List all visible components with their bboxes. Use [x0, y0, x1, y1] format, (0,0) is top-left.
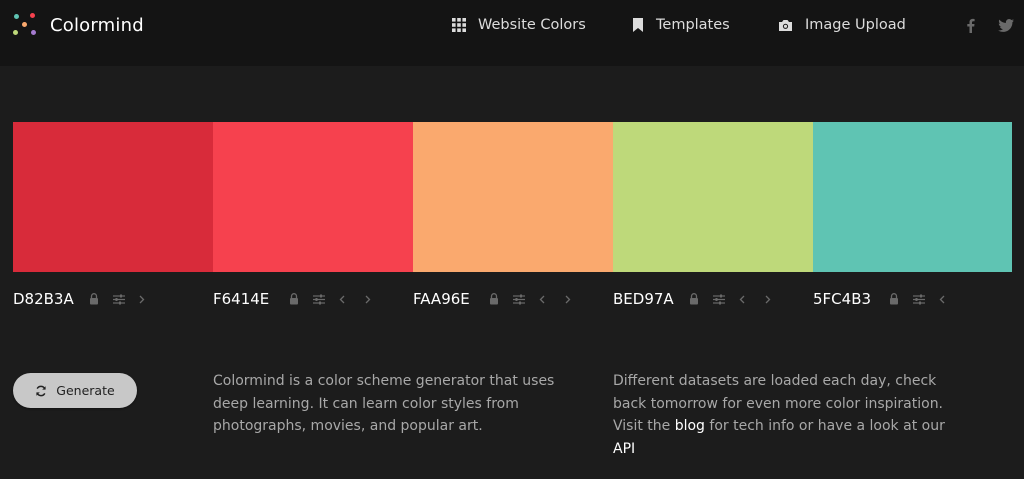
logo-dot: [14, 14, 19, 19]
chevron-right-icon[interactable]: [363, 292, 373, 306]
hex-code[interactable]: 5FC4B3: [813, 290, 887, 308]
bookmark-icon: [633, 18, 643, 32]
generate-button[interactable]: Generate: [13, 373, 137, 408]
color-control-3: FAA96E: [413, 287, 613, 311]
twitter-icon: [998, 18, 1014, 32]
color-control-2: F6414E: [213, 287, 413, 311]
adjust-sliders-icon[interactable]: [112, 292, 125, 306]
color-swatch-5[interactable]: [813, 122, 1012, 272]
color-control-5: 5FC4B3: [813, 287, 1012, 311]
lock-icon[interactable]: [87, 292, 100, 306]
description-right: Different datasets are loaded each day, …: [613, 370, 965, 460]
camera-icon: [779, 19, 792, 31]
colormind-logo-icon: [11, 11, 39, 39]
hex-code[interactable]: D82B3A: [13, 290, 87, 308]
color-swatch-4[interactable]: [613, 122, 813, 272]
brand-name: Colormind: [50, 14, 144, 36]
color-swatch-2[interactable]: [213, 122, 413, 272]
refresh-icon: [36, 385, 47, 396]
chevron-left-icon[interactable]: [937, 292, 947, 306]
lock-icon[interactable]: [287, 292, 300, 306]
api-link[interactable]: API: [613, 441, 635, 457]
chevron-right-icon[interactable]: [137, 292, 147, 306]
nav-templates-label: Templates: [656, 17, 730, 33]
lock-icon[interactable]: [887, 292, 900, 306]
color-control-4: BED97A: [613, 287, 813, 311]
chevron-right-icon[interactable]: [763, 292, 773, 306]
grid-icon: [452, 18, 466, 32]
adjust-sliders-icon[interactable]: [712, 292, 725, 306]
nav-website-colors-label: Website Colors: [478, 17, 586, 33]
nav-image-upload-label: Image Upload: [805, 17, 906, 33]
adjust-sliders-icon[interactable]: [312, 292, 325, 306]
facebook-link[interactable]: [960, 15, 980, 35]
color-swatch-1[interactable]: [13, 122, 213, 272]
hex-code[interactable]: FAA96E: [413, 290, 487, 308]
blog-link[interactable]: blog: [675, 418, 705, 434]
adjust-sliders-icon[interactable]: [912, 292, 925, 306]
brand[interactable]: Colormind: [11, 11, 144, 39]
chevron-left-icon[interactable]: [537, 292, 547, 306]
chevron-right-icon[interactable]: [563, 292, 573, 306]
lock-icon[interactable]: [487, 292, 500, 306]
color-swatch-3[interactable]: [413, 122, 613, 272]
description-right-text: for tech info or have a look at our: [704, 418, 945, 434]
top-navbar: Colormind Website Colors Templates Image…: [0, 0, 1024, 66]
logo-dot: [31, 30, 36, 35]
facebook-icon: [966, 18, 975, 33]
palette: [13, 122, 1012, 272]
twitter-link[interactable]: [996, 15, 1016, 35]
chevron-left-icon[interactable]: [737, 292, 747, 306]
palette-controls: D82B3A F6414E FAA96E BED97A 5FC4B3: [13, 287, 1012, 311]
nav-website-colors[interactable]: Website Colors: [452, 14, 586, 36]
adjust-sliders-icon[interactable]: [512, 292, 525, 306]
hex-code[interactable]: BED97A: [613, 290, 687, 308]
hex-code[interactable]: F6414E: [213, 290, 287, 308]
color-control-1: D82B3A: [13, 287, 213, 311]
nav-image-upload[interactable]: Image Upload: [778, 14, 906, 36]
description-left: Colormind is a color scheme generator th…: [213, 373, 555, 434]
logo-dot: [30, 13, 35, 18]
logo-dot: [13, 30, 18, 35]
logo-dot: [22, 22, 27, 27]
generate-button-label: Generate: [56, 383, 115, 398]
chevron-left-icon[interactable]: [337, 292, 347, 306]
lock-icon[interactable]: [687, 292, 700, 306]
nav-templates[interactable]: Templates: [632, 14, 730, 36]
